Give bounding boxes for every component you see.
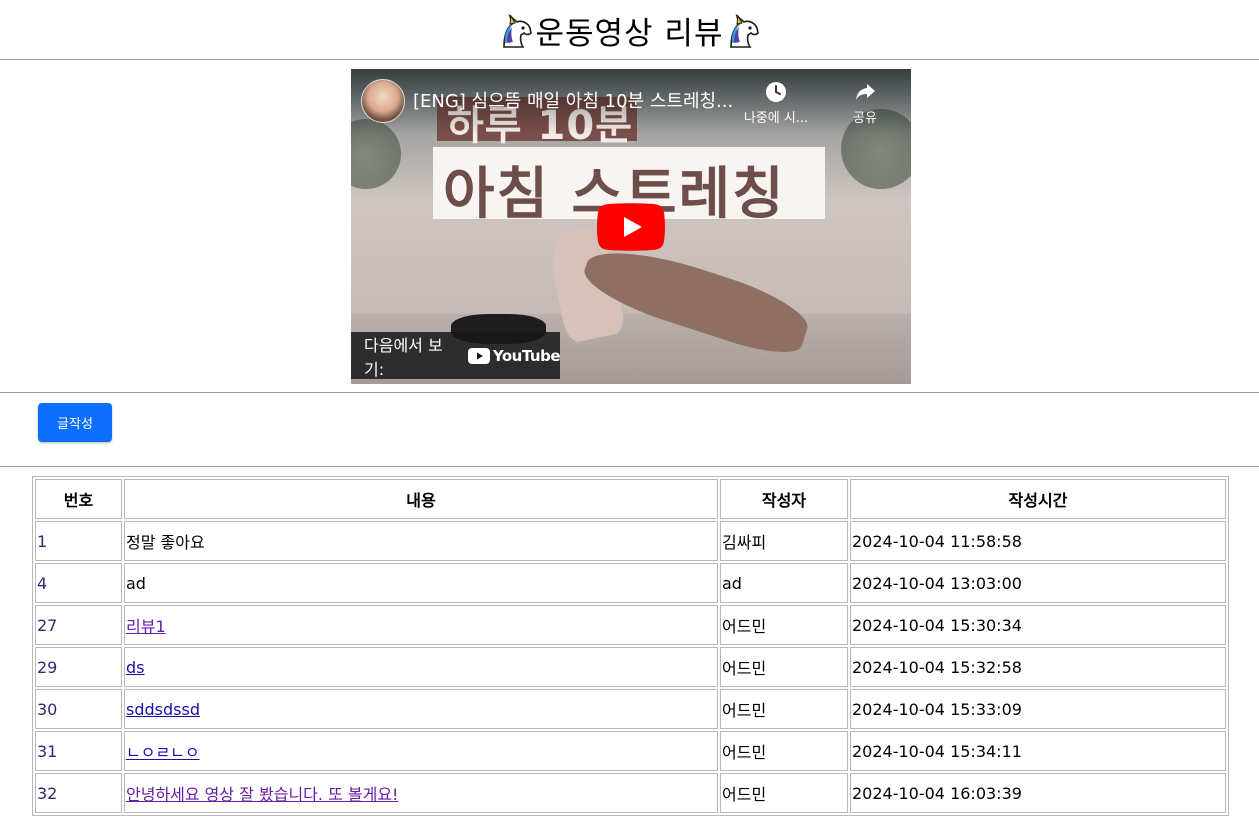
video-title[interactable]: [ENG] 심으뜸 매일 아침 10분 스트레칭... [413, 87, 733, 113]
write-post-button[interactable]: 글작성 [38, 403, 112, 442]
table-header-row: 번호 내용 작성자 작성시간 [35, 479, 1226, 519]
review-text: 정말 좋아요 [126, 533, 205, 552]
table-row: 31 ㄴㅇㄹㄴㅇ 어드민 2024-10-04 15:34:11 [35, 731, 1226, 771]
unicorn-icon [730, 13, 760, 48]
row-content-cell: 안녕하세요 영상 잘 봤습니다. 또 볼게요! [124, 773, 718, 813]
table-row: 32 안녕하세요 영상 잘 봤습니다. 또 볼게요! 어드민 2024-10-04 1… [35, 773, 1226, 813]
row-author: ad [720, 563, 848, 603]
row-number: 27 [35, 605, 122, 645]
title-wrap: 운동영상 리뷰 [498, 8, 762, 53]
row-content-cell: ㄴㅇㄹㄴㅇ [124, 731, 718, 771]
table-row: 4 ad ad 2024-10-04 13:03:00 [35, 563, 1226, 603]
video-section: 하루 10분 아침 스트레칭 [ENG] 심으뜸 매일 아침 10분 스트레칭.… [0, 60, 1259, 392]
review-link[interactable]: ds [126, 658, 145, 677]
review-link[interactable]: sddsdssd [126, 700, 200, 719]
youtube-play-icon [467, 347, 490, 364]
clock-icon [766, 82, 786, 102]
row-content-cell: 정말 좋아요 [124, 521, 718, 561]
channel-avatar[interactable] [361, 79, 405, 123]
row-number: 32 [35, 773, 122, 813]
row-number: 30 [35, 689, 122, 729]
row-time: 2024-10-04 15:34:11 [850, 731, 1226, 771]
column-header-author: 작성자 [720, 479, 848, 519]
watch-later-label: 나중에 시... [743, 111, 809, 126]
toolbar: 글작성 [0, 393, 1259, 466]
row-content-cell: ad [124, 563, 718, 603]
table-body: 1 정말 좋아요 김싸피 2024-10-04 11:58:58 4 ad ad 2024-1… [35, 521, 1226, 813]
row-number: 29 [35, 647, 122, 687]
row-author: 김싸피 [720, 521, 848, 561]
youtube-logo: YouTube [467, 346, 561, 365]
column-header-number: 번호 [35, 479, 122, 519]
row-number: 4 [35, 563, 122, 603]
row-number: 31 [35, 731, 122, 771]
table-row: 27 리뷰1 어드민 2024-10-04 15:30:34 [35, 605, 1226, 645]
review-link[interactable]: ㄴㅇㄹㄴㅇ [126, 743, 200, 762]
row-content-cell: ds [124, 647, 718, 687]
row-time: 2024-10-04 11:58:58 [850, 521, 1226, 561]
row-time: 2024-10-04 13:03:00 [850, 563, 1226, 603]
table-row: 1 정말 좋아요 김싸피 2024-10-04 11:58:58 [35, 521, 1226, 561]
row-author: 어드민 [720, 731, 848, 771]
reviews-table: 번호 내용 작성자 작성시간 1 정말 좋아요 김싸피 2024-10-04 11:5… [32, 476, 1229, 816]
review-link[interactable]: 안녕하세요 영상 잘 봤습니다. 또 볼게요! [126, 785, 398, 804]
share-button[interactable]: 공유 [827, 81, 903, 126]
row-time: 2024-10-04 15:30:34 [850, 605, 1226, 645]
row-author: 어드민 [720, 647, 848, 687]
row-time: 2024-10-04 15:33:09 [850, 689, 1226, 729]
watch-on-label: 다음에서 보기: [364, 335, 443, 379]
divider [0, 466, 1259, 467]
row-time: 2024-10-04 16:03:39 [850, 773, 1226, 813]
play-icon[interactable] [597, 203, 665, 251]
row-content-cell: sddsdssd [124, 689, 718, 729]
table-row: 30 sddsdssd 어드민 2024-10-04 15:33:09 [35, 689, 1226, 729]
share-label: 공유 [853, 111, 877, 126]
row-time: 2024-10-04 15:32:58 [850, 647, 1226, 687]
row-content-cell: 리뷰1 [124, 605, 718, 645]
watch-later-button[interactable]: 나중에 시... [738, 81, 814, 126]
table-row: 29 ds 어드민 2024-10-04 15:32:58 [35, 647, 1226, 687]
row-number: 1 [35, 521, 122, 561]
youtube-wordmark: YouTube [492, 346, 561, 365]
row-author: 어드민 [720, 689, 848, 729]
column-header-time: 작성시간 [850, 479, 1226, 519]
review-text: ad [126, 573, 146, 593]
unicorn-icon [502, 13, 532, 48]
row-author: 어드민 [720, 773, 848, 813]
page-header: 운동영상 리뷰 [0, 0, 1259, 59]
column-header-content: 내용 [124, 479, 718, 519]
page-title: 운동영상 리뷰 [535, 16, 724, 52]
youtube-embed[interactable]: 하루 10분 아침 스트레칭 [ENG] 심으뜸 매일 아침 10분 스트레칭.… [351, 69, 911, 384]
share-icon [856, 84, 875, 100]
row-author: 어드민 [720, 605, 848, 645]
review-link[interactable]: 리뷰1 [126, 617, 166, 636]
watch-on-youtube-button[interactable]: 다음에서 보기: YouTube [351, 332, 561, 379]
